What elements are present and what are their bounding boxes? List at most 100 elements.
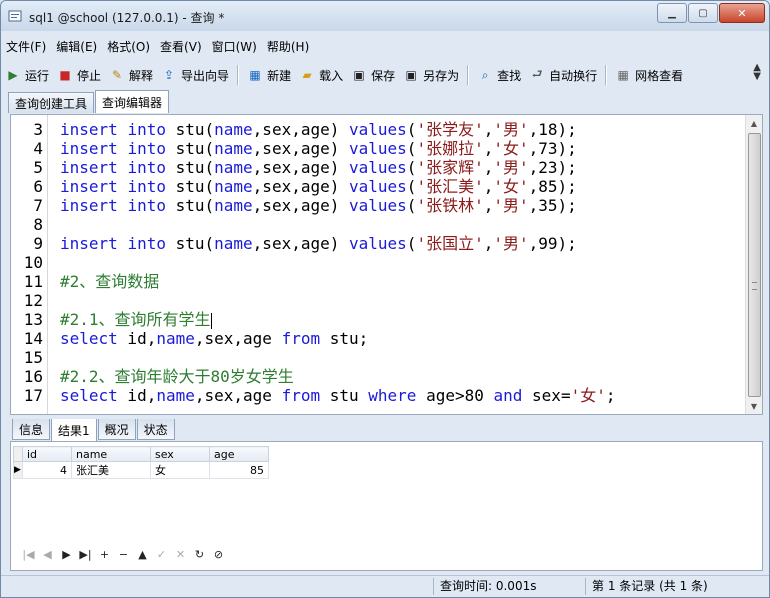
grid-column-header[interactable]: name xyxy=(71,446,151,462)
record-count-status: 第 1 条记录 (共 1 条) xyxy=(585,578,769,595)
grid-cell[interactable]: 张汇美 xyxy=(71,461,151,479)
line-number: 3 xyxy=(33,120,43,139)
code-token: insert xyxy=(60,120,118,139)
grid-navigator: |◀ ◀ ▶ ▶| + − ▲ ✓ ✕ ↻ ⊘ xyxy=(19,548,228,561)
toolbar-button-explain[interactable]: ✎ 解释 xyxy=(105,64,157,86)
menu-item-4[interactable]: 窗口(W) xyxy=(207,36,262,56)
menu-item-3[interactable]: 查看(V) xyxy=(155,36,207,56)
editor-vertical-scrollbar[interactable]: ▲ ▼ xyxy=(745,115,762,414)
scroll-down-icon[interactable]: ▼ xyxy=(746,398,762,414)
minimize-button[interactable]: ▁ xyxy=(657,3,687,23)
toolbar-button-run[interactable]: ▶ 运行 xyxy=(1,64,53,86)
code-token: '男' xyxy=(493,158,529,177)
run-icon: ▶ xyxy=(8,68,18,82)
code-token: '张学友' xyxy=(416,120,484,139)
add-record-icon[interactable]: + xyxy=(95,548,114,561)
code-token: ,85); xyxy=(528,177,577,196)
toolbar: ▲ ▼ ▶ 运行 ■ 停止 ✎ 解释 ⇪ 导出向导 ▦ 新建 ▰ 载入 ▣ 保存 ▣ 另存为 ⌕ 查找 ⮐ 自动换行 ▦ 网… xyxy=(1,61,769,89)
toolbar-button-export[interactable]: ⇪ 导出向导 xyxy=(157,64,233,86)
tab-bottom-3[interactable]: 状态 xyxy=(136,419,175,440)
tab-bottom-0[interactable]: 信息 xyxy=(12,419,51,440)
scroll-up-icon[interactable]: ▲ xyxy=(746,115,762,131)
code-token: and xyxy=(493,386,523,405)
line-code: #2.2、查询年龄大于80岁女学生 xyxy=(60,367,294,386)
code-line: 12 xyxy=(11,291,43,310)
code-token: name xyxy=(214,234,253,253)
code-token: id, xyxy=(117,386,157,405)
code-token: , xyxy=(483,139,494,158)
grid-cell[interactable]: 85 xyxy=(209,461,269,479)
grid-cell[interactable]: 女 xyxy=(150,461,210,479)
refresh-icon[interactable]: ↻ xyxy=(190,548,209,561)
code-token: ,35); xyxy=(528,196,577,215)
grid-cell[interactable]: 4 xyxy=(22,461,72,479)
code-token: stu( xyxy=(165,158,215,177)
toolbar-button-wrap[interactable]: ⮐ 自动换行 xyxy=(525,64,601,86)
result-grid[interactable]: id name sex age ▶ 4 张汇美女 85 xyxy=(13,446,269,479)
main-window: sql1 @school (127.0.0.1) - 查询 * ▁ ▢ ✕ 文件… xyxy=(0,0,770,598)
code-token: ( xyxy=(406,139,417,158)
line-number: 11 xyxy=(23,272,43,291)
code-line: 15 xyxy=(11,348,43,367)
maximize-button[interactable]: ▢ xyxy=(688,3,718,23)
line-code: insert into stu(name,sex,age) values('张铁… xyxy=(60,196,577,215)
cancel-icon[interactable]: ✕ xyxy=(171,548,190,561)
tab-bottom-2[interactable]: 概况 xyxy=(97,419,136,440)
stop-icon: ■ xyxy=(59,68,71,82)
line-code: insert into stu(name,sex,age) values('张汇… xyxy=(60,177,577,196)
tab-bottom-1[interactable]: 结果1 xyxy=(51,419,97,442)
table-row[interactable]: ▶ 4 张汇美女 85 xyxy=(13,461,269,479)
query-editor[interactable]: 3 insert into stu(name,sex,age) values('张… xyxy=(10,114,763,415)
code-token: into xyxy=(127,196,166,215)
delete-record-icon[interactable]: − xyxy=(114,548,133,561)
last-record-icon[interactable]: ▶| xyxy=(76,548,95,561)
code-token: from xyxy=(281,386,321,405)
code-token: stu( xyxy=(165,177,215,196)
menu-item-2[interactable]: 格式(O) xyxy=(102,36,155,56)
code-token: values xyxy=(349,177,407,196)
toolbar-button-save[interactable]: ▣ 保存 xyxy=(347,64,399,86)
line-code: #2、查询数据 xyxy=(60,272,159,291)
code-token: age>80 xyxy=(416,386,494,405)
toolbar-label: 保存 xyxy=(371,68,396,83)
toolbar-label: 自动换行 xyxy=(549,68,598,83)
toolbar-button-find[interactable]: ⌕ 查找 xyxy=(473,64,525,86)
scroll-thumb[interactable] xyxy=(748,133,761,397)
code-token: name xyxy=(214,139,253,158)
code-token: ,18); xyxy=(528,120,577,139)
code-token: '女' xyxy=(493,139,529,158)
menu-item-5[interactable]: 帮助(H) xyxy=(262,36,314,56)
apply-icon[interactable]: ✓ xyxy=(152,548,171,561)
code-line: 17 select id,name,sex,age from stu where … xyxy=(11,386,616,405)
toolbar-button-new[interactable]: ▦ 新建 xyxy=(243,64,295,86)
toolbar-button-stop[interactable]: ■ 停止 xyxy=(53,64,105,86)
close-button[interactable]: ✕ xyxy=(719,3,765,23)
saveas-icon: ▣ xyxy=(405,68,417,82)
tab-top-0[interactable]: 查询创建工具 xyxy=(8,92,95,113)
code-line: 3 insert into stu(name,sex,age) values('张… xyxy=(11,120,576,139)
grid-column-header[interactable]: sex xyxy=(150,446,210,462)
code-token: ( xyxy=(406,158,417,177)
toolbar-button-load[interactable]: ▰ 载入 xyxy=(295,64,347,86)
tab-top-1[interactable]: 查询编辑器 xyxy=(95,90,170,113)
line-number: 17 xyxy=(23,386,43,405)
first-record-icon[interactable]: |◀ xyxy=(19,548,38,561)
toolbar-overflow-icon[interactable]: ▲ ▼ xyxy=(753,63,761,82)
grid-column-header[interactable]: age xyxy=(209,446,269,462)
prev-record-icon[interactable]: ◀ xyxy=(38,548,57,561)
stop-icon[interactable]: ⊘ xyxy=(209,548,228,561)
toolbar-button-saveas[interactable]: ▣ 另存为 xyxy=(399,64,463,86)
menu-item-0[interactable]: 文件(F) xyxy=(1,36,51,56)
toolbar-button-grid[interactable]: ▦ 网格查看 xyxy=(611,64,687,86)
next-record-icon[interactable]: ▶ xyxy=(57,548,76,561)
code-token: '女' xyxy=(493,177,529,196)
grid-column-header[interactable]: id xyxy=(22,446,72,462)
code-line: 11 #2、查询数据 xyxy=(11,272,160,291)
menu-item-1[interactable]: 编辑(E) xyxy=(51,36,102,56)
code-token: ; xyxy=(605,386,616,405)
code-line: 14 select id,name,sex,age from stu; xyxy=(11,329,369,348)
edit-record-icon[interactable]: ▲ xyxy=(133,548,152,561)
code-token: ,sex,age) xyxy=(252,177,349,196)
